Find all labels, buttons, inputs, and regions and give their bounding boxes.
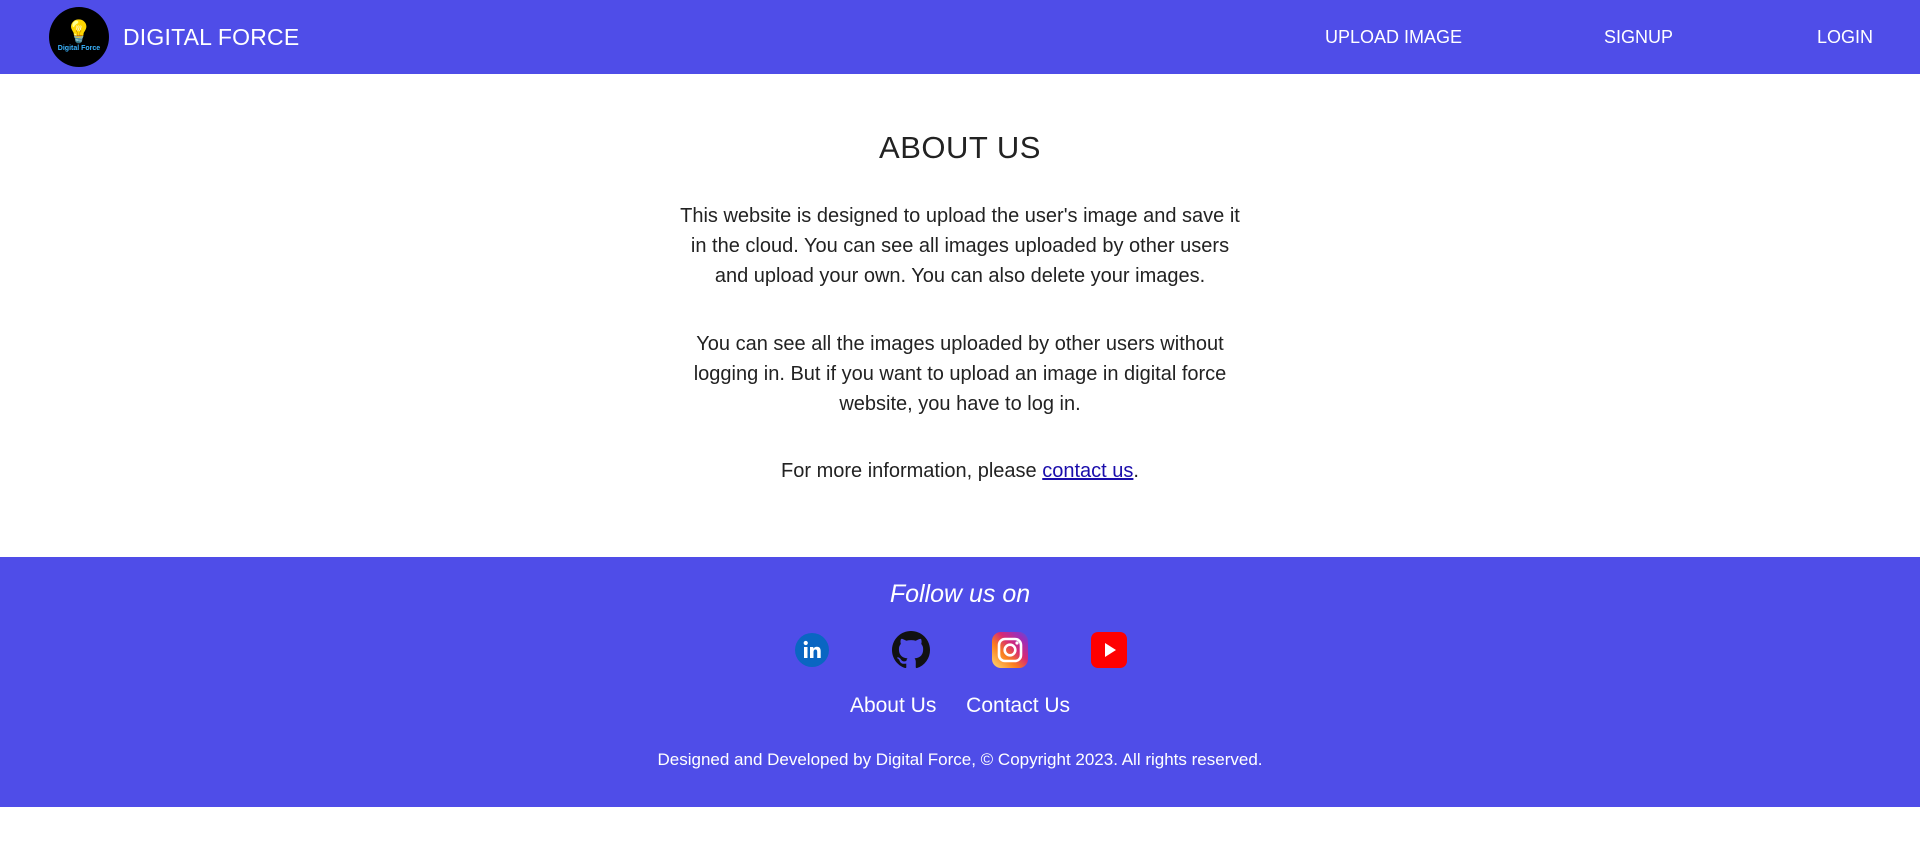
footer-links: About Us Contact Us xyxy=(0,694,1920,718)
follow-us-heading: Follow us on xyxy=(889,580,1031,608)
footer-about-link[interactable]: About Us xyxy=(850,694,936,717)
contact-suffix: . xyxy=(1133,460,1139,482)
footer: Follow us on About Us Contact Us Designe… xyxy=(0,557,1920,807)
social-links xyxy=(0,631,1920,669)
instagram-icon[interactable] xyxy=(991,631,1029,669)
navbar: 💡 Digital Force DIGITAL FORCE UPLOAD IMA… xyxy=(0,0,1920,74)
about-paragraph-3: For more information, please contact us. xyxy=(675,456,1245,486)
nav-upload-image[interactable]: UPLOAD IMAGE xyxy=(1325,27,1462,48)
youtube-icon[interactable] xyxy=(1090,631,1128,669)
about-section: ABOUT US This website is designed to upl… xyxy=(0,74,1920,486)
nav-signup[interactable]: SIGNUP xyxy=(1604,27,1673,48)
contact-us-link[interactable]: contact us xyxy=(1042,460,1133,482)
footer-contact-link[interactable]: Contact Us xyxy=(966,694,1070,717)
nav-links: UPLOAD IMAGE SIGNUP LOGIN xyxy=(0,0,1920,74)
contact-prefix: For more information, please xyxy=(781,460,1043,482)
linkedin-icon[interactable] xyxy=(793,631,831,669)
page-title: ABOUT US xyxy=(879,130,1041,165)
github-icon[interactable] xyxy=(891,631,930,669)
copyright-text: Designed and Developed by Digital Force,… xyxy=(657,750,1263,769)
about-paragraph-2: You can see all the images uploaded by o… xyxy=(693,333,1227,415)
nav-login[interactable]: LOGIN xyxy=(1817,27,1873,48)
about-paragraph-1: This website is designed to upload the u… xyxy=(680,205,1240,287)
